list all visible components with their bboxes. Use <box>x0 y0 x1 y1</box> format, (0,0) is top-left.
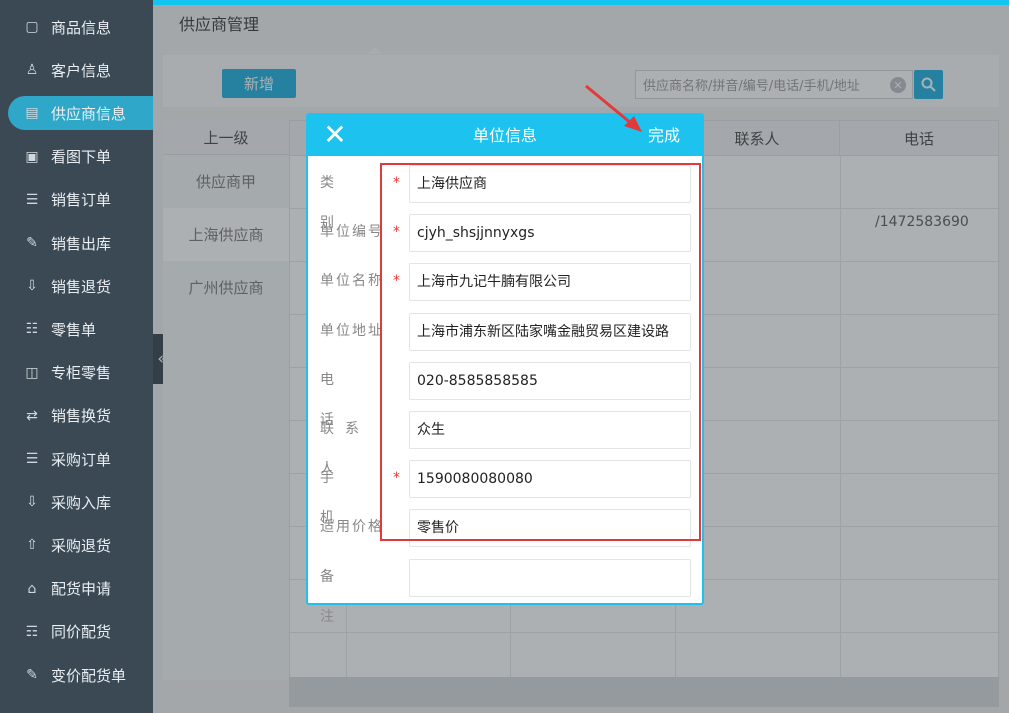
sidebar-item-label: 销售订单 <box>51 191 112 210</box>
field-label-text: 单位名称 <box>320 273 384 290</box>
sidebar-item[interactable]: ☰ 采购订单 <box>8 442 153 476</box>
field-label: 备注 <box>320 557 392 625</box>
field-label-text: 适用价格 <box>320 519 384 536</box>
purchase-return-icon: ⇧ <box>26 537 38 554</box>
sidebar-item[interactable]: ⇩ 采购入库 <box>8 485 153 519</box>
sidebar-item-label: 专柜零售 <box>51 364 112 383</box>
sidebar-item-label: 看图下单 <box>51 148 112 167</box>
distribution-icon: ☶ <box>25 623 39 640</box>
sidebar-item[interactable]: ▣ 看图下单 <box>8 140 153 174</box>
sidebar-item-label: 变价配货单 <box>51 666 127 685</box>
sidebar-item-label: 采购入库 <box>51 493 112 512</box>
done-button[interactable]: 完成 <box>648 115 680 156</box>
order-icon: ☰ <box>25 191 39 208</box>
sidebar-item[interactable]: ▤ 供应商信息 <box>8 96 153 131</box>
sidebar-item[interactable]: ⇩ 销售退货 <box>8 269 153 303</box>
bag-icon: ◫ <box>25 364 39 381</box>
sidebar-item[interactable]: ☶ 同价配货 <box>8 615 153 649</box>
sidebar-item[interactable]: ⇄ 销售换货 <box>8 399 153 433</box>
sidebar-item[interactable]: ☷ 零售单 <box>8 312 153 346</box>
receipt-icon: ☷ <box>25 321 39 338</box>
sidebar-item-label: 商品信息 <box>51 18 112 37</box>
sidebar-item-label: 零售单 <box>51 320 97 339</box>
sidebar-item-label: 配货申请 <box>51 580 112 599</box>
red-arrow-annotation <box>585 84 642 132</box>
box-icon: ▢ <box>25 19 39 35</box>
highlight-box <box>380 163 701 541</box>
sidebar-item[interactable]: ⇧ 采购退货 <box>8 528 153 562</box>
sidebar-item-label: 采购订单 <box>51 450 112 469</box>
sidebar-item-label: 同价配货 <box>51 623 112 642</box>
return-icon: ⇩ <box>26 278 38 295</box>
outbound-icon: ✎ <box>26 235 38 251</box>
field-label-text: 单位地址 <box>320 322 384 339</box>
form-row: 备注 <box>308 557 702 625</box>
exchange-icon: ⇄ <box>26 407 38 424</box>
sidebar-item-label: 销售换货 <box>51 407 112 426</box>
sidebar-item-label: 销售出库 <box>51 234 112 253</box>
sidebar-item[interactable]: ✎ 销售出库 <box>8 226 153 260</box>
sidebar-item-label: 供应商信息 <box>51 104 127 123</box>
close-icon[interactable]: ✕ <box>321 120 349 150</box>
field-label-text: 备注 <box>320 568 372 625</box>
sidebar-item-label: 销售退货 <box>51 277 112 296</box>
field-input[interactable] <box>409 558 691 597</box>
sidebar-item[interactable]: ◫ 专柜零售 <box>8 356 153 390</box>
sidebar-item[interactable]: ⌂ 配货申请 <box>8 572 153 606</box>
id-card-icon: ▤ <box>25 105 39 122</box>
sidebar-item[interactable]: ☰ 销售订单 <box>8 183 153 217</box>
sidebar: ▢ 商品信息 ♙ 客户信息 ▤ 供应商信息 ▣ 看图下单 ☰ 销售订单 ✎ 销售出库 ⇩ 销售退货 ☷ 零售单… <box>0 0 153 713</box>
sidebar-item[interactable]: ▢ 商品信息 <box>8 10 153 44</box>
sidebar-item[interactable]: ✎ 变价配货单 <box>8 658 153 692</box>
user-icon: ♙ <box>25 62 39 79</box>
field-label-text: 单位编号 <box>320 224 384 241</box>
price-change-icon: ✎ <box>26 667 38 683</box>
purchase-order-icon: ☰ <box>25 451 39 467</box>
request-icon: ⌂ <box>27 580 37 597</box>
sidebar-item[interactable]: ♙ 客户信息 <box>8 53 153 87</box>
picture-icon: ▣ <box>25 148 39 165</box>
inbound-icon: ⇩ <box>26 494 38 511</box>
sidebar-item-label: 客户信息 <box>51 61 112 80</box>
sidebar-item-label: 采购退货 <box>51 536 112 555</box>
